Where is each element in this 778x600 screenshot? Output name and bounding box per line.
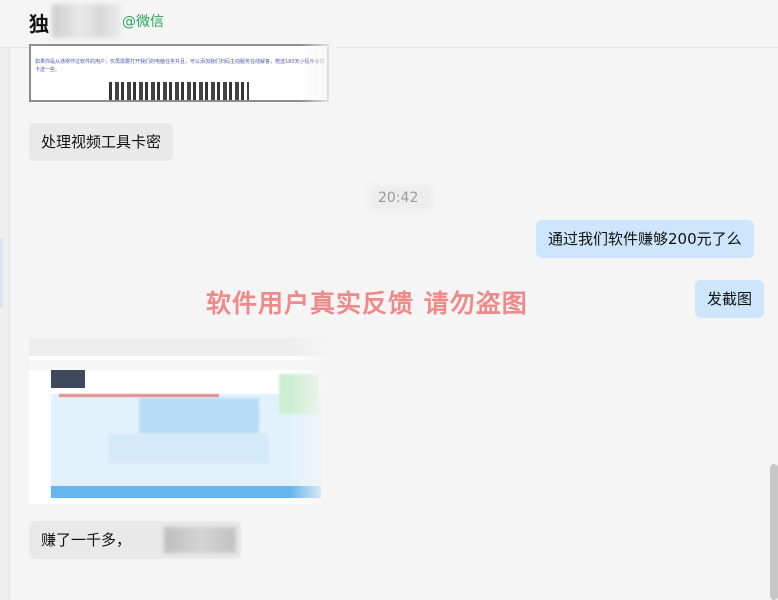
scrollbar-thumb[interactable] <box>770 464 778 600</box>
message-blur <box>164 527 236 553</box>
message-bubble-sent[interactable]: 发截图 <box>695 280 765 318</box>
image-blur-edge <box>300 44 336 110</box>
left-panel-accent <box>0 238 3 308</box>
message-bubble-sent[interactable]: 通过我们软件赚够200元了么 <box>536 220 754 258</box>
qr-code-image <box>109 82 249 100</box>
message-bubble-received[interactable]: 赚了一千多， <box>29 521 241 559</box>
chat-title-blur <box>52 4 122 38</box>
watermark-text: 软件用户真实反馈 请勿盗图 <box>206 289 528 318</box>
left-panel-edge <box>0 0 10 600</box>
screenshot-block <box>139 398 259 434</box>
image-message-qr[interactable]: 如果你是从通常作过软件的用户，仅再需要打开我们的电脑任务并且，可以添加我们扫码主… <box>29 44 329 102</box>
wechat-tag: @微信 <box>122 14 164 30</box>
screenshot-bottom-bar <box>51 486 321 498</box>
message-timestamp: 20:42 <box>378 190 419 206</box>
image-blur-edge <box>290 338 338 508</box>
chat-title: 独 <box>29 12 49 36</box>
screenshot-block <box>109 434 269 464</box>
screenshot-sidebar <box>51 370 85 388</box>
chat-window: 独 @微信 如果你是从通常作过软件的用户，仅再需要打开我们的电脑任务并且，可以添… <box>0 0 778 600</box>
message-text: 赚了一千多， <box>41 531 132 549</box>
image-message-text: 如果你是从通常作过软件的用户，仅再需要打开我们的电脑任务并且，可以添加我们扫码主… <box>35 59 325 73</box>
screenshot-red-text <box>59 394 219 397</box>
message-bubble-received[interactable]: 处理视频工具卡密 <box>29 123 174 161</box>
chat-header: 独 @微信 <box>0 0 778 48</box>
